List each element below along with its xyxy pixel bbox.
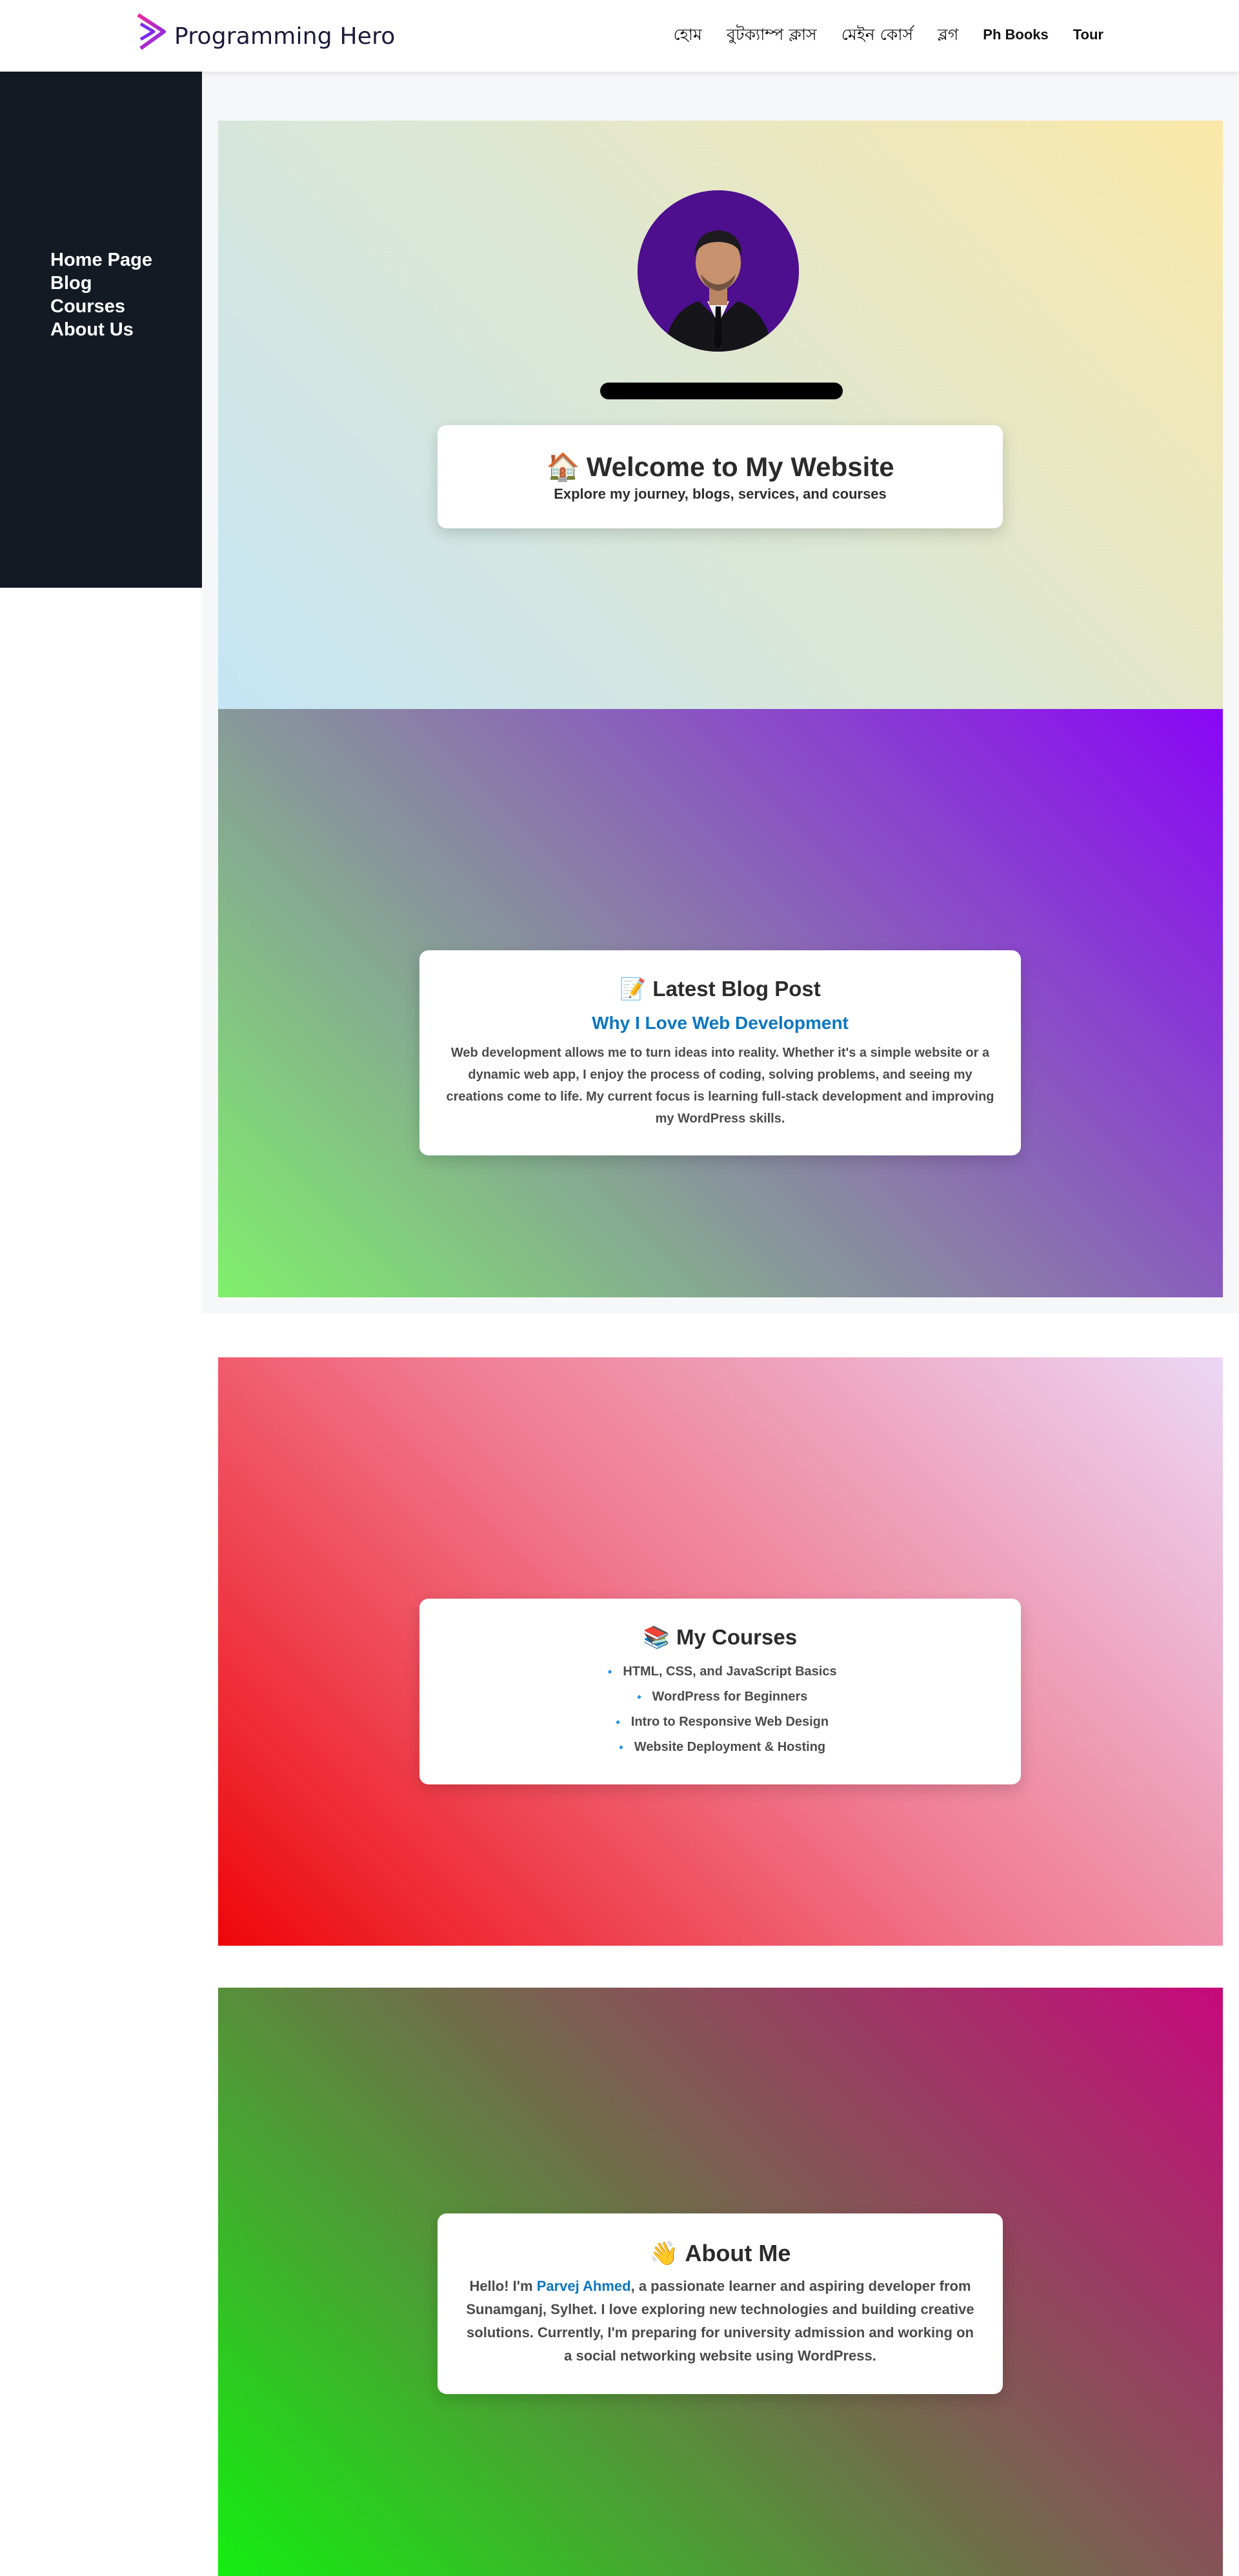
blue-diamond-icon: 🔹 bbox=[611, 1716, 625, 1728]
sidebar-item-about-us[interactable]: About Us bbox=[50, 318, 152, 341]
welcome-card: 🏠 Welcome to My Website Explore my journe… bbox=[438, 425, 1003, 528]
course-title: WordPress for Beginners bbox=[652, 1690, 808, 1704]
books-icon: 📚 bbox=[643, 1624, 670, 1650]
profile-avatar bbox=[638, 190, 799, 352]
welcome-title-text: Welcome to My Website bbox=[586, 452, 894, 482]
programming-hero-logo-icon bbox=[136, 13, 166, 58]
about-intro: Hello! I'm bbox=[469, 2278, 537, 2294]
sidebar-item-courses[interactable]: Courses bbox=[50, 295, 152, 318]
top-header: Programming Hero হোম বুটক্যাম্প ক্লাস মে… bbox=[0, 0, 1239, 72]
nav-link-tour[interactable]: Tour bbox=[1073, 22, 1103, 48]
list-item: 🔹 Website Deployment & Hosting bbox=[419, 1735, 1021, 1760]
nav-link-ph-books[interactable]: Ph Books bbox=[983, 22, 1048, 48]
nav-link-bootcamp-class[interactable]: বুটক্যাম্প ক্লাস bbox=[727, 22, 817, 48]
about-section: 👋 About Me Hello! I'm Parvej Ahmed, a pas… bbox=[218, 1988, 1223, 2576]
course-title: Intro to Responsive Web Design bbox=[630, 1715, 829, 1729]
courses-heading: 📚 My Courses bbox=[419, 1624, 1021, 1650]
welcome-title: 🏠 Welcome to My Website bbox=[438, 451, 1003, 483]
about-heading-text: About Me bbox=[685, 2240, 791, 2266]
course-title: Website Deployment & Hosting bbox=[634, 1740, 826, 1754]
blue-diamond-icon: 🔹 bbox=[614, 1741, 628, 1753]
home-section: 🏠 Welcome to My Website Explore my journe… bbox=[218, 121, 1223, 709]
brand-logo-link[interactable]: Programming Hero bbox=[134, 13, 396, 59]
courses-heading-text: My Courses bbox=[676, 1625, 798, 1649]
name-placeholder-bar bbox=[600, 383, 843, 399]
blue-diamond-icon: 🔹 bbox=[632, 1691, 646, 1703]
about-text: Hello! I'm Parvej Ahmed, a passionate le… bbox=[466, 2275, 974, 2368]
about-heading: 👋 About Me bbox=[438, 2239, 1003, 2268]
blog-section: 📝 Latest Blog Post Why I Love Web Develop… bbox=[218, 709, 1223, 1297]
memo-icon: 📝 bbox=[620, 976, 647, 1001]
sidebar: Home Page Blog Courses About Us bbox=[0, 72, 202, 588]
list-item: 🔹 HTML, CSS, and JavaScript Basics bbox=[419, 1659, 1021, 1684]
nav-link-main-course[interactable]: মেইন কোর্স bbox=[841, 22, 913, 48]
blog-card: 📝 Latest Blog Post Why I Love Web Develop… bbox=[419, 950, 1021, 1155]
waving-hand-icon: 👋 bbox=[649, 2241, 679, 2267]
nav-link-home[interactable]: হোম bbox=[673, 22, 701, 48]
blog-heading: 📝 Latest Blog Post bbox=[419, 976, 1021, 1002]
brand-name: Programming Hero bbox=[174, 23, 396, 50]
nav-link-blog[interactable]: ব্লগ bbox=[938, 22, 958, 48]
welcome-subtitle: Explore my journey, blogs, services, and… bbox=[554, 486, 887, 502]
sidebar-menu: Home Page Blog Courses About Us bbox=[50, 248, 152, 341]
top-navigation: হোম বুটক্যাম্প ক্লাস মেইন কোর্স ব্লগ Ph … bbox=[649, 22, 1103, 48]
courses-list: 🔹 HTML, CSS, and JavaScript Basics 🔹 WordP… bbox=[419, 1659, 1021, 1760]
list-item: 🔹 Intro to Responsive Web Design bbox=[419, 1710, 1021, 1735]
blog-heading-text: Latest Blog Post bbox=[652, 977, 821, 1001]
blog-post-title[interactable]: Why I Love Web Development bbox=[419, 1012, 1021, 1034]
profile-photo-icon bbox=[638, 190, 799, 352]
sidebar-item-blog[interactable]: Blog bbox=[50, 272, 152, 295]
course-title: HTML, CSS, and JavaScript Basics bbox=[623, 1664, 837, 1679]
sidebar-item-home-page[interactable]: Home Page bbox=[50, 248, 152, 272]
about-name-highlight: Parvej Ahmed bbox=[536, 2278, 631, 2294]
list-item: 🔹 WordPress for Beginners bbox=[419, 1684, 1021, 1710]
courses-card: 📚 My Courses 🔹 HTML, CSS, and JavaScript B… bbox=[419, 1599, 1021, 1784]
about-card: 👋 About Me Hello! I'm Parvej Ahmed, a pas… bbox=[438, 2213, 1003, 2394]
blog-post-body: Web development allows me to turn ideas … bbox=[446, 1046, 994, 1126]
house-icon: 🏠 bbox=[546, 451, 580, 483]
blue-diamond-icon: 🔹 bbox=[603, 1666, 617, 1678]
courses-section: 📚 My Courses 🔹 HTML, CSS, and JavaScript B… bbox=[218, 1357, 1223, 1946]
